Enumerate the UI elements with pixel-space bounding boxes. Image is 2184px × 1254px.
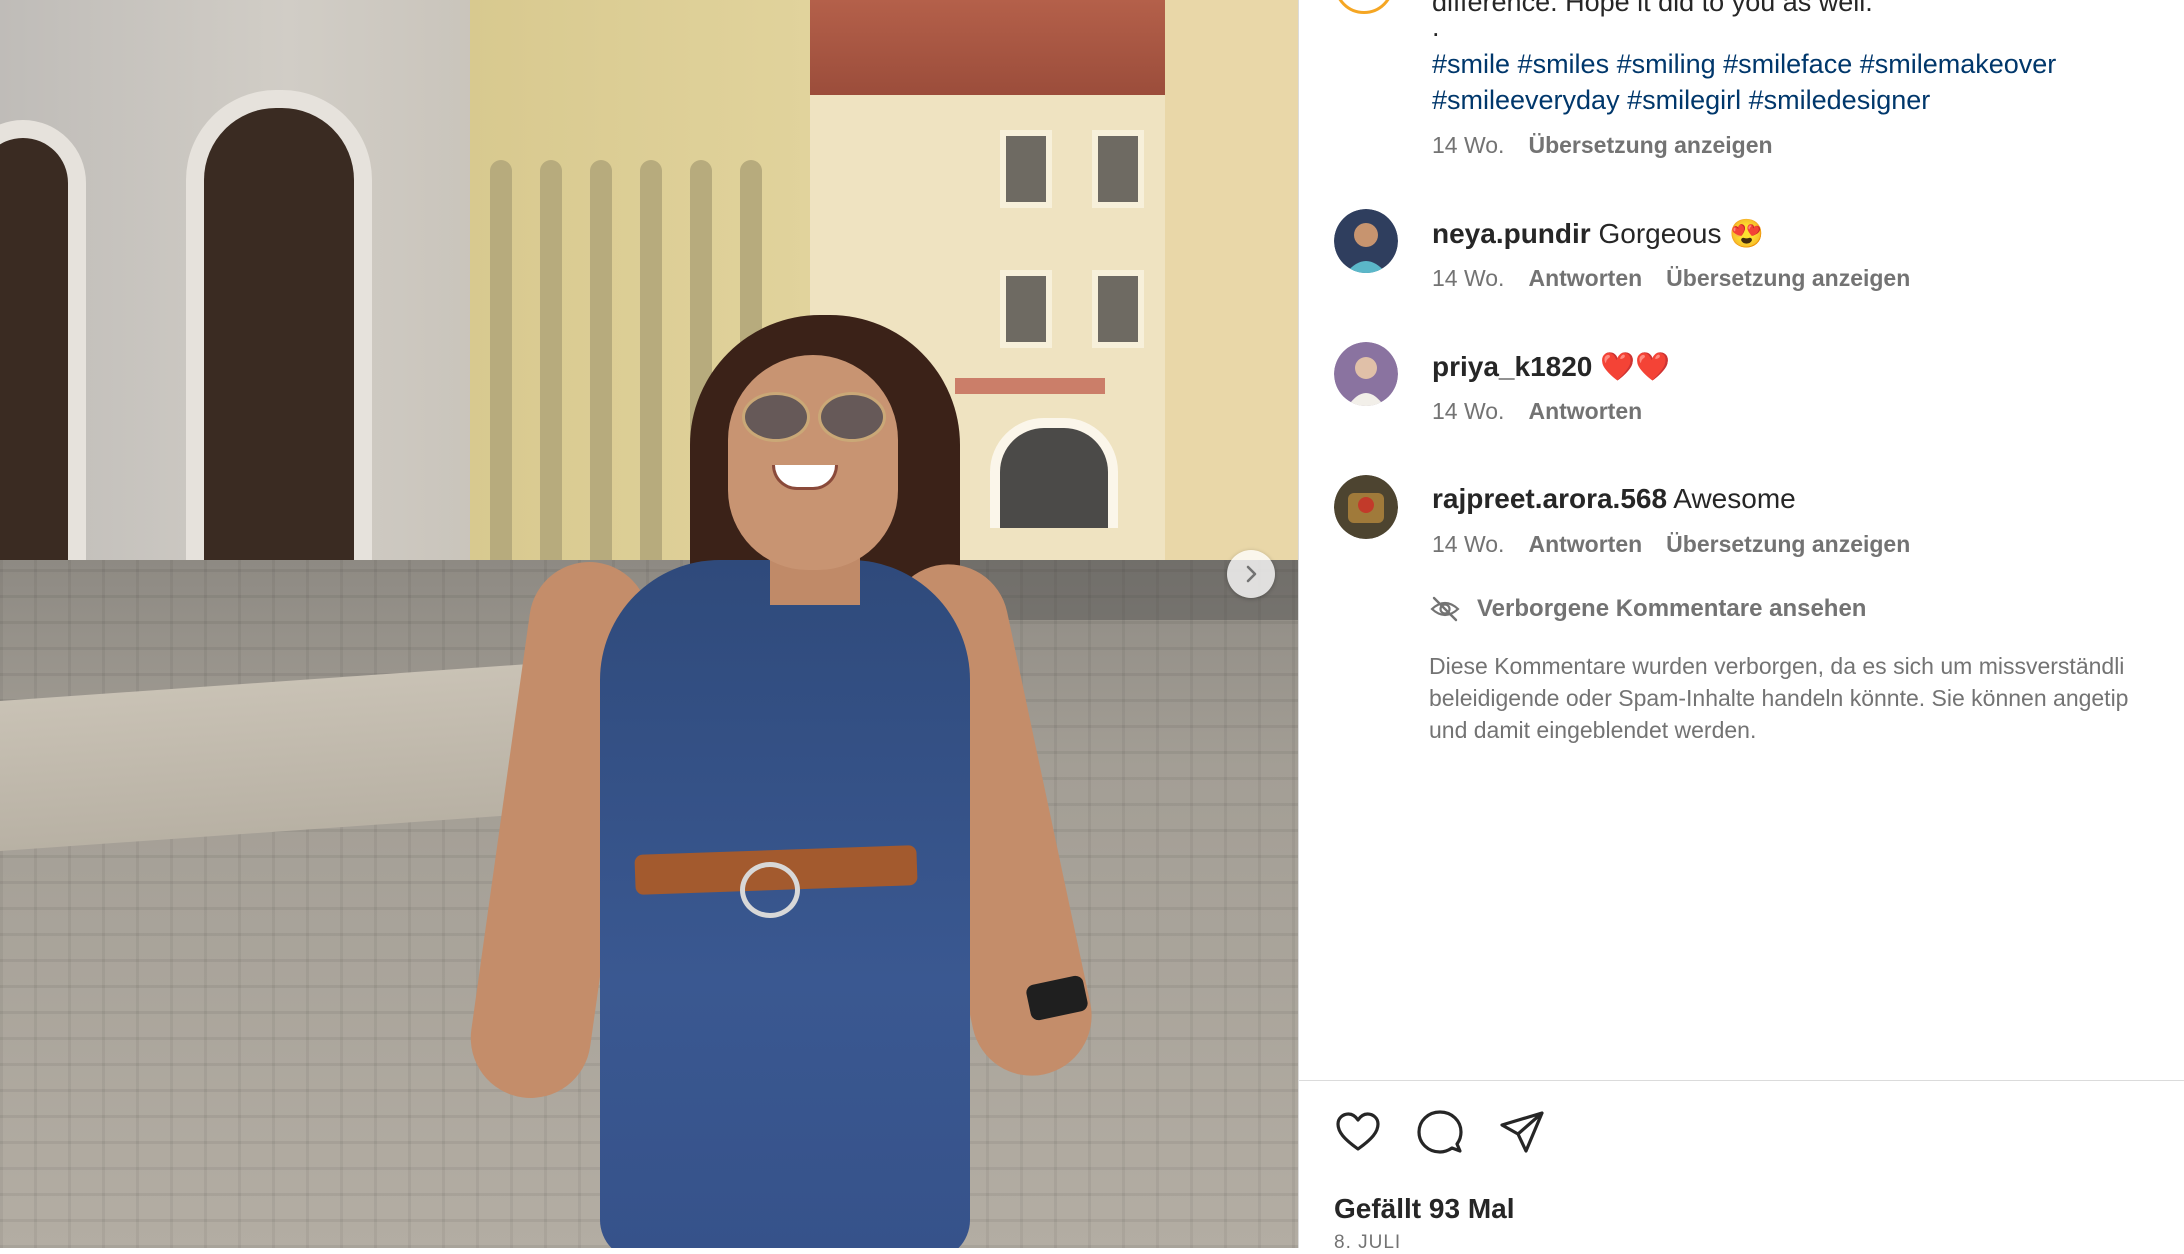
sunglasses [818,392,886,442]
reply-button[interactable]: Antworten [1528,398,1642,425]
shop-sign [955,378,1105,394]
hashtag-link[interactable]: #smileface [1723,49,1852,79]
translate-link[interactable]: Übersetzung anzeigen [1666,265,1910,292]
hashtag-link[interactable]: #smiling [1617,49,1716,79]
comment-icon[interactable] [1416,1108,1464,1156]
window [1092,130,1144,208]
building [1165,0,1298,560]
avatar-image [1334,342,1398,406]
post-photo [0,0,1298,1248]
comment-item: priya_k1820 ❤️❤️ 14 Wo. Antworten [1334,342,2184,452]
facade-arch [640,160,662,620]
facade-arch [540,160,562,620]
caption-time: 14 Wo. [1432,132,1505,158]
window [1000,270,1052,348]
window [1000,130,1052,208]
avatar[interactable] [1334,475,1398,539]
hashtag-link[interactable]: #smileeveryday [1432,85,1620,115]
caption-dot: . [1432,12,1440,42]
hashtag-link[interactable]: #smilemakeover [1860,49,2057,79]
translate-link[interactable]: Übersetzung anzeigen [1666,531,1910,558]
avatar[interactable] [1334,342,1398,406]
facade-arch [590,160,612,620]
reply-button[interactable]: Antworten [1528,531,1642,558]
hidden-comments-note: Diese Kommentare wurden verborgen, da es… [1429,650,2184,746]
hidden-comments-label: Verborgene Kommentare ansehen [1477,595,1867,622]
hashtag-link[interactable]: #smiledesigner [1749,85,1931,115]
translate-link[interactable]: Übersetzung anzeigen [1528,132,1772,159]
comment-username[interactable]: neya.pundir [1432,218,1591,249]
caption-text: difference. Hope it did to you as well. [1432,0,1873,17]
belt-buckle [740,862,800,918]
note-line: und damit eingeblendet werden. [1429,717,1757,743]
action-bar [1334,1108,1546,1156]
heart-icon[interactable] [1334,1108,1382,1156]
chevron-right-icon [1246,565,1257,583]
reply-button[interactable]: Antworten [1528,265,1642,292]
likes-count[interactable]: Gefällt 93 Mal [1334,1193,1515,1225]
comment-username[interactable]: rajpreet.arora.568 [1432,483,1667,514]
roof [808,0,1168,100]
avatar-image [1334,475,1398,539]
comment-time: 14 Wo. [1432,531,1505,557]
comments-panel: difference. Hope it did to you as well. … [1298,0,2184,1253]
comment-username[interactable]: priya_k1820 [1432,351,1592,382]
eye-off-icon [1430,596,1460,622]
hashtag-link[interactable]: #smile [1432,49,1510,79]
view-hidden-comments-button[interactable]: Verborgene Kommentare ansehen [1429,595,1866,623]
comment-body: neya.pundir Gorgeous 😍 [1432,217,1764,250]
hashtag-link[interactable]: #smiles [1518,49,1610,79]
post-date: 8. JULI [1334,1232,1402,1253]
note-line: beleidigende oder Spam-Inhalte handeln k… [1429,685,2129,711]
comment-time: 14 Wo. [1432,265,1505,291]
comment-meta: 14 Wo. Antworten Übersetzung anzeigen [1432,265,1910,292]
comment-meta: 14 Wo. Antworten Übersetzung anzeigen [1432,531,1910,558]
comment-body: rajpreet.arora.568 Awesome [1432,483,1796,515]
comment-text: Awesome [1673,483,1796,514]
window [1092,270,1144,348]
author-avatar[interactable] [1334,0,1394,14]
comment-meta: 14 Wo. Antworten [1432,398,1642,425]
comment-item: rajpreet.arora.568 Awesome 14 Wo. Antwor… [1334,475,2184,585]
comment-item: neya.pundir Gorgeous 😍 14 Wo. Antworten … [1334,209,2184,319]
comment-time: 14 Wo. [1432,398,1505,424]
person-face [728,355,898,570]
note-line: Diese Kommentare wurden verborgen, da es… [1429,653,2125,679]
caption-meta: 14 Wo. Übersetzung anzeigen [1432,132,1773,159]
divider [1299,1080,2184,1081]
facade-arch [490,160,512,620]
avatar-image [1334,209,1398,273]
share-icon[interactable] [1498,1108,1546,1156]
hashtags: #smile #smiles #smiling #smileface #smil… [1432,46,2172,118]
comment-text: ❤️❤️ [1600,351,1670,382]
sunglasses [742,392,810,442]
next-image-button[interactable] [1227,550,1275,598]
comment-body: priya_k1820 ❤️❤️ [1432,350,1670,383]
hashtag-link[interactable]: #smilegirl [1627,85,1741,115]
avatar[interactable] [1334,209,1398,273]
archway [990,418,1118,528]
comment-text: Gorgeous 😍 [1598,218,1765,249]
